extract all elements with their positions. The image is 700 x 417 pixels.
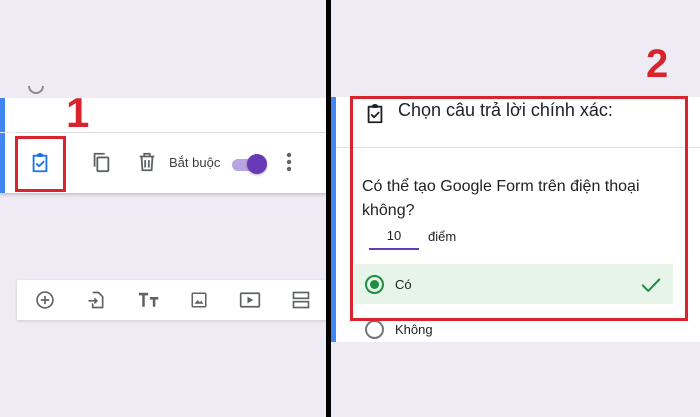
question-card-top	[0, 98, 326, 132]
more-vert-icon	[286, 152, 292, 172]
option-radio[interactable]	[365, 320, 384, 339]
highlight-box-1	[15, 136, 66, 192]
duplicate-button[interactable]	[89, 150, 113, 174]
add-circle-icon	[36, 291, 54, 309]
title-icon	[138, 292, 159, 307]
toggle-knob	[247, 154, 267, 174]
highlight-box-2	[350, 96, 688, 321]
option-label: Không	[395, 322, 433, 337]
section-icon	[292, 291, 310, 309]
more-options-button[interactable]	[279, 151, 299, 173]
required-label: Bắt buộc	[169, 155, 221, 170]
left-panel: 1 Bắt buộc	[0, 0, 326, 417]
active-card-indicator	[0, 98, 5, 132]
add-image-button[interactable]	[188, 289, 210, 311]
delete-button[interactable]	[135, 150, 159, 174]
active-card-indicator	[0, 133, 5, 193]
required-toggle[interactable]	[232, 154, 267, 174]
add-question-button[interactable]	[34, 289, 56, 311]
active-card-indicator	[331, 97, 336, 342]
add-section-button[interactable]	[290, 289, 312, 311]
add-title-button[interactable]	[137, 289, 161, 311]
add-item-toolbar	[17, 280, 326, 320]
step-number-2: 2	[646, 42, 669, 86]
video-icon	[239, 292, 261, 308]
import-questions-button[interactable]	[85, 289, 107, 311]
image-icon	[191, 292, 207, 308]
right-panel: Chọn câu trả lời chính xác: Có thể tạo G…	[331, 0, 700, 417]
step-number-1: 1	[66, 89, 90, 136]
add-video-button[interactable]	[238, 289, 262, 311]
import-icon	[88, 291, 104, 309]
radio-option-partial[interactable]	[28, 86, 44, 94]
trash-icon	[139, 152, 155, 172]
copy-icon	[93, 152, 110, 173]
